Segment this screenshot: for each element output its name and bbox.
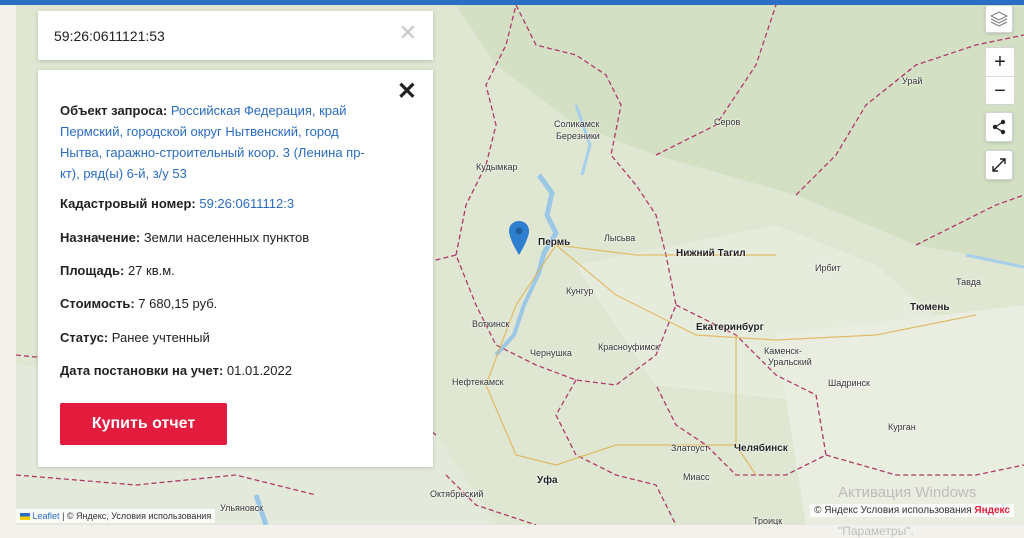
city-label: Пермь [538, 237, 571, 248]
status-row: Статус: Ранее учтенный [60, 327, 390, 348]
city-label: Тавда [956, 277, 982, 287]
purpose-label: Назначение: [60, 230, 141, 245]
city-label: Ирбит [815, 263, 841, 273]
city-label: Миасс [683, 472, 710, 482]
attribution-right: © Яндекс Условия использования Яндекс [810, 504, 1014, 517]
area-row: Площадь: 27 кв.м. [60, 260, 390, 281]
attribution-left: Leaflet | © Яндекс, Условия использовани… [16, 509, 216, 523]
cadastral-row: Кадастровый номер: 59:26:0611112:3 [60, 193, 390, 214]
search-box[interactable]: 59:26:0611121:53 ✕ [38, 11, 433, 60]
date-row: Дата постановки на учет: 01.01.2022 [60, 360, 390, 381]
cadastral-link[interactable]: 59:26:0611112:3 [199, 196, 294, 211]
city-label: Кунгур [566, 286, 594, 296]
ukraine-flag-icon [20, 513, 30, 521]
fullscreen-icon [992, 158, 1006, 172]
cost-row: Стоимость: 7 680,15 руб. [60, 293, 390, 314]
object-address-line[interactable]: кт), ряд(ы) 6-й, з/у 53 [60, 166, 187, 181]
cost-label: Стоимость: [60, 296, 135, 311]
city-label: Челябинск [734, 443, 788, 454]
object-address-line[interactable]: Российская Федерация, край [171, 103, 347, 118]
search-input[interactable]: 59:26:0611121:53 [54, 28, 165, 44]
leaflet-link[interactable]: Leaflet [33, 511, 60, 521]
zoom-in-button[interactable]: + [986, 48, 1014, 76]
date-value: 01.01.2022 [226, 363, 292, 378]
yandex-logo: Яндекс [974, 505, 1010, 516]
city-label: Курган [888, 422, 916, 432]
city-label: Нефтекамск [452, 377, 504, 387]
share-icon [992, 119, 1006, 135]
layers-button[interactable] [985, 5, 1013, 33]
object-address-line[interactable]: Пермский, городской округ Нытвенский, го… [60, 124, 339, 139]
city-label: Воткинск [472, 319, 510, 329]
object-row: Объект запроса: Российская Федерация, кр… [60, 100, 390, 184]
map-marker-icon[interactable] [509, 221, 529, 257]
city-label: Екатеринбург [696, 322, 764, 333]
object-address-line[interactable]: Нытва, гаражно-строительный коop. 3 (Лен… [60, 145, 365, 160]
close-icon[interactable]: ✕ [397, 80, 417, 104]
date-label: Дата постановки на учет: [60, 363, 224, 378]
city-label: Златоуст [671, 443, 709, 453]
city-label: Каменск- [764, 346, 802, 356]
city-label: Тюмень [910, 302, 950, 313]
city-label: Березники [556, 131, 600, 141]
share-button[interactable] [985, 112, 1013, 142]
zoom-out-button[interactable]: − [986, 76, 1014, 105]
city-label: Уральский [768, 357, 812, 367]
city-label: Урай [902, 76, 923, 86]
fullscreen-button[interactable] [985, 150, 1013, 180]
city-label: Кудымкар [476, 162, 518, 172]
attribution-text[interactable]: © Яндекс Условия использования [814, 505, 972, 516]
purpose-value: Земли населенных пунктов [143, 230, 310, 245]
city-label: Красноуфимск [598, 342, 660, 352]
city-label: Ульяновск [220, 503, 264, 513]
area-value: 27 кв.м. [127, 263, 175, 278]
area-label: Площадь: [60, 263, 125, 278]
attribution-text[interactable]: | © Яндекс, Условия использования [62, 511, 211, 521]
purpose-row: Назначение: Земли населенных пунктов [60, 227, 390, 248]
cadastral-label: Кадастровый номер: [60, 196, 196, 211]
cost-value: 7 680,15 руб. [138, 296, 218, 311]
city-label: Серов [714, 117, 741, 127]
info-panel: ✕ Объект запроса: Российская Федерация, … [38, 70, 433, 467]
city-label: Октябрьский [430, 489, 484, 499]
city-label: Лысьва [604, 233, 636, 243]
object-label: Объект запроса: [60, 103, 168, 118]
city-label: Нижний Тагил [676, 248, 746, 259]
city-label: Уфа [537, 475, 558, 486]
city-label: Троицк [753, 516, 783, 525]
status-value: Ранее учтенный [111, 330, 210, 345]
close-icon[interactable]: ✕ [399, 22, 417, 44]
buy-report-button[interactable]: Купить отчет [60, 403, 227, 445]
city-label: Шадринск [828, 378, 870, 388]
city-label: Чернушка [530, 348, 572, 358]
status-label: Статус: [60, 330, 109, 345]
layers-icon [990, 11, 1008, 27]
zoom-control: + − [985, 47, 1015, 105]
windows-activation-watermark: Активация Windows [838, 484, 977, 501]
city-label: Соликамск [554, 119, 600, 129]
